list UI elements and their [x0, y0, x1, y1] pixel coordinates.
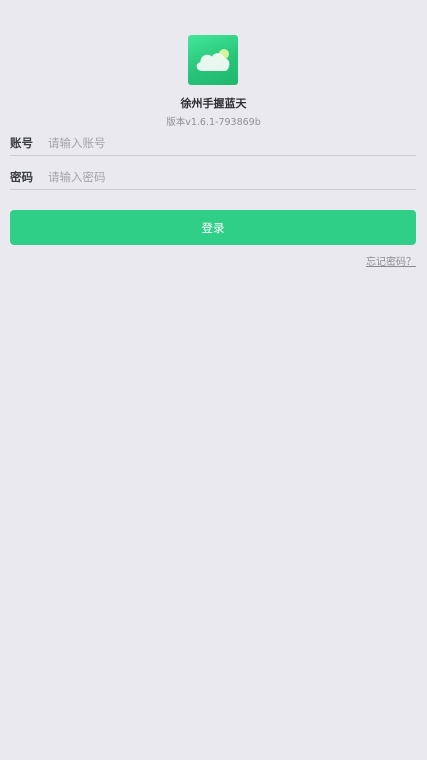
app-title: 徐州手握蓝天: [180, 97, 247, 110]
password-field: 密码: [10, 165, 416, 190]
app-logo-icon: [188, 35, 238, 85]
password-input[interactable]: [48, 167, 388, 187]
account-input[interactable]: [48, 133, 388, 153]
password-label: 密码: [10, 170, 33, 184]
account-label: 账号: [10, 136, 33, 150]
version-text: 版本v1.6.1-793869b: [166, 117, 261, 128]
cloud-sun-icon: [196, 49, 230, 71]
login-button[interactable]: 登录: [10, 210, 416, 245]
forgot-password-link[interactable]: 忘记密码？: [366, 253, 416, 268]
account-field: 账号: [10, 131, 416, 156]
